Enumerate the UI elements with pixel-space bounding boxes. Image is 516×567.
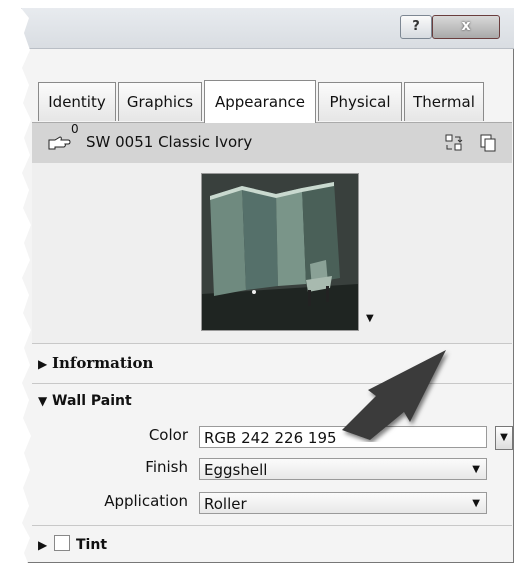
title-bar: ? x — [21, 8, 514, 49]
application-label: Application — [104, 492, 188, 510]
tab-graphics[interactable]: Graphics — [118, 82, 202, 121]
tab-identity[interactable]: Identity — [38, 82, 116, 121]
duplicate-asset-icon[interactable] — [478, 133, 498, 157]
color-options-button[interactable]: ▼ — [495, 426, 513, 450]
material-preview-image[interactable] — [201, 173, 359, 331]
application-select[interactable]: Roller ▼ — [199, 492, 487, 514]
material-header: 0 SW 0051 Classic Ivory — [32, 122, 512, 164]
finish-label: Finish — [145, 458, 188, 476]
collapse-triangle-icon[interactable]: ▼ — [38, 394, 52, 408]
usage-count: 0 — [71, 122, 79, 136]
material-name: SW 0051 Classic Ivory — [86, 133, 253, 151]
tint-checkbox[interactable] — [54, 535, 70, 551]
tab-physical[interactable]: Physical — [318, 82, 402, 121]
preview-area: ▼ — [32, 163, 512, 343]
tab-thermal[interactable]: Thermal — [404, 82, 484, 121]
tab-appearance[interactable]: Appearance — [204, 80, 316, 123]
finish-select[interactable]: Eggshell ▼ — [199, 458, 487, 480]
close-button[interactable]: x — [432, 15, 500, 39]
expand-triangle-icon[interactable]: ▶ — [38, 538, 52, 552]
material-browser-window: ? x Identity Graphics Appearance Physica… — [21, 8, 514, 563]
information-section[interactable]: ▶ Information — [38, 354, 153, 372]
wall-paint-section[interactable]: ▼ Wall Paint — [38, 393, 132, 409]
expand-triangle-icon[interactable]: ▶ — [38, 357, 52, 371]
color-label: Color — [148, 426, 188, 444]
divider — [32, 343, 512, 344]
divider — [32, 525, 512, 526]
help-button[interactable]: ? — [400, 15, 432, 39]
callout-arrow-icon — [338, 346, 466, 446]
tint-section[interactable]: ▶ Tint — [38, 535, 107, 553]
chevron-down-icon: ▼ — [472, 464, 480, 475]
chevron-down-icon: ▼ — [472, 498, 480, 509]
hand-icon — [48, 135, 72, 155]
preview-options-icon[interactable]: ▼ — [366, 313, 374, 324]
replace-asset-icon[interactable] — [444, 133, 464, 157]
